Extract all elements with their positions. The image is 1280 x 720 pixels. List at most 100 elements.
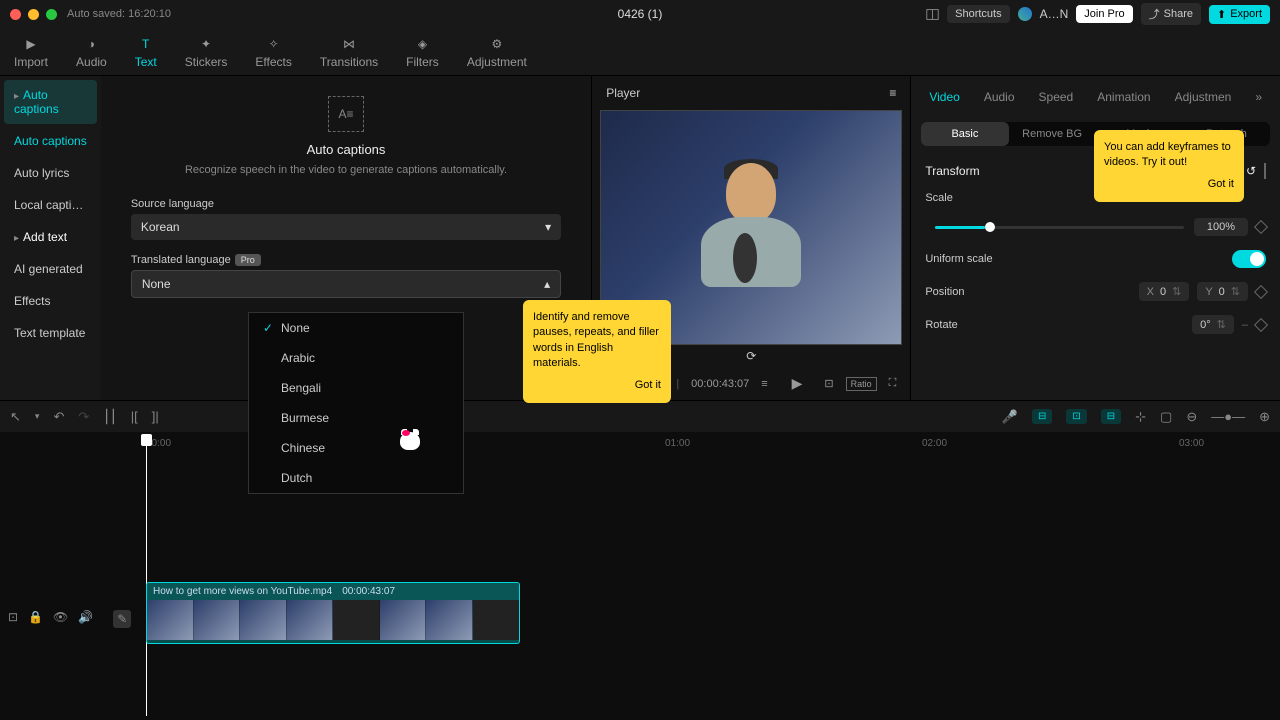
tab-animation[interactable]: Animation (1087, 84, 1160, 110)
zoom-in-icon[interactable]: ⊕ (1259, 409, 1270, 425)
language-option-chinese[interactable]: Chinese (249, 433, 463, 463)
tooltip-gotit-1[interactable]: Got it (533, 378, 661, 393)
select-tool[interactable]: ↖ (10, 409, 21, 425)
tl-pill-3[interactable]: ⊟ (1101, 409, 1121, 424)
tab-video[interactable]: Video (919, 84, 969, 110)
globe-icon[interactable] (1018, 7, 1032, 21)
language-option-dutch[interactable]: Dutch (249, 463, 463, 493)
position-y-input[interactable]: Y0⇅ (1197, 282, 1248, 301)
tool-import[interactable]: ▶Import (0, 28, 62, 75)
cursor-icon (400, 432, 420, 450)
refresh-icon[interactable]: ⟳ (746, 349, 756, 363)
rotate-dash: – (1242, 319, 1248, 331)
source-language-label: Source language (131, 198, 561, 210)
position-keyframe[interactable] (1254, 284, 1268, 298)
chevron-down-icon: ▾ (545, 220, 551, 234)
scale-keyframe[interactable] (1254, 220, 1268, 234)
pro-badge: Pro (235, 254, 261, 266)
sidebar-effects[interactable]: Effects (4, 286, 97, 316)
select-dropdown[interactable]: ▾ (35, 411, 40, 422)
translated-language-select[interactable]: None▴ (131, 270, 561, 298)
playhead[interactable] (146, 436, 147, 716)
tab-adjustment[interactable]: Adjustmen (1165, 84, 1242, 110)
trim-left-tool[interactable]: |[ (131, 409, 138, 424)
keyframe-diamond[interactable] (1264, 163, 1266, 179)
position-label: Position (925, 286, 964, 298)
sidebar-add-text[interactable]: ▸Add text (4, 222, 97, 252)
trim-right-tool[interactable]: ]| (152, 409, 159, 424)
tl-divide-icon[interactable]: ⊹ (1135, 409, 1146, 425)
zoom-out-icon[interactable]: ⊖ (1186, 409, 1197, 425)
mic-icon[interactable]: 🎤 (1002, 409, 1018, 425)
sidebar-auto-captions-group[interactable]: ▸Auto captions (4, 80, 97, 124)
tl-pill-1[interactable]: ⊟ (1032, 409, 1052, 424)
tl-box-icon[interactable]: ▢ (1160, 409, 1172, 425)
tool-adjustment[interactable]: ⚙Adjustment (453, 28, 541, 75)
subtab-removebg[interactable]: Remove BG (1009, 122, 1096, 146)
close-window[interactable] (10, 9, 21, 20)
scale-slider[interactable] (935, 226, 1184, 229)
fullscreen-icon[interactable]: ⛶ (889, 377, 897, 390)
zoom-slider[interactable]: —●— (1211, 409, 1245, 424)
sidebar-auto-captions[interactable]: Auto captions (4, 126, 97, 156)
tool-audio[interactable]: ◑Audio (62, 28, 121, 75)
source-language-select[interactable]: Korean▾ (131, 214, 561, 240)
keyframe-tooltip: You can add keyframes to videos. Try it … (1094, 130, 1244, 202)
tool-filters[interactable]: ◈Filters (392, 28, 453, 75)
rotate-keyframe[interactable] (1254, 317, 1268, 331)
ratio-button[interactable]: Ratio (846, 377, 877, 391)
track-settings-icon[interactable]: ⊡ (8, 610, 18, 628)
language-option-none[interactable]: ✓None (249, 313, 463, 343)
tool-effects[interactable]: ✧Effects (241, 28, 305, 75)
tl-pill-2[interactable]: ⊡ (1066, 409, 1086, 424)
track-mute-icon[interactable]: 🔊 (78, 610, 93, 628)
video-clip[interactable]: How to get more views on YouTube.mp4 00:… (146, 582, 520, 644)
tab-speed[interactable]: Speed (1029, 84, 1084, 110)
tool-transitions[interactable]: ⋈Transitions (306, 28, 392, 75)
tool-stickers[interactable]: ✦Stickers (171, 28, 242, 75)
tab-audio[interactable]: Audio (974, 84, 1025, 110)
scale-value[interactable]: 100% (1194, 218, 1248, 236)
maximize-window[interactable] (46, 9, 57, 20)
track-lock-icon[interactable]: 🔒 (28, 610, 43, 628)
text-sidebar: ▸Auto captions Auto captions Auto lyrics… (0, 76, 101, 400)
list-icon[interactable]: ≡ (761, 378, 767, 390)
uniform-scale-label: Uniform scale (925, 253, 992, 265)
shortcuts-button[interactable]: Shortcuts (947, 5, 1009, 23)
properties-panel: Video Audio Speed Animation Adjustmen » … (910, 76, 1280, 400)
tool-text[interactable]: TText (121, 28, 171, 75)
language-option-burmese[interactable]: Burmese (249, 403, 463, 433)
position-x-input[interactable]: X0⇅ (1139, 282, 1190, 301)
track-edit-icon[interactable]: ✎ (113, 610, 131, 628)
language-option-bengali[interactable]: Bengali (249, 373, 463, 403)
sidebar-local-captions[interactable]: Local capti… (4, 190, 97, 220)
project-title: 0426 (1) (618, 7, 663, 21)
focus-icon[interactable]: ⊡ (824, 377, 833, 390)
undo-button[interactable]: ↶ (53, 409, 64, 425)
tooltip-gotit-2[interactable]: Got it (1104, 177, 1234, 192)
rotate-input[interactable]: 0°⇅ (1192, 315, 1234, 334)
track-visible-icon[interactable]: 👁 (53, 610, 68, 628)
sidebar-ai-generated[interactable]: AI generated (4, 254, 97, 284)
layout-icon[interactable] (926, 8, 939, 21)
player-menu-icon[interactable]: ≡ (889, 86, 896, 100)
scale-label: Scale (925, 192, 953, 204)
redo-button[interactable]: ↷ (78, 409, 89, 425)
share-button[interactable]: ⤴Share (1141, 3, 1201, 25)
play-button[interactable]: ▶ (792, 375, 803, 392)
subtab-basic[interactable]: Basic (921, 122, 1008, 146)
reset-icon[interactable]: ↺ (1246, 164, 1256, 178)
player-title: Player (606, 86, 640, 100)
split-tool[interactable]: ⎮⎮ (103, 409, 117, 425)
tab-more[interactable]: » (1245, 84, 1272, 110)
main-toolbar: ▶Import ◑Audio TText ✦Stickers ✧Effects … (0, 28, 1280, 76)
timeline[interactable]: 00:00 01:00 02:00 03:00 ⊡ 🔒 👁 🔊 ✎ How to… (0, 432, 1280, 720)
sidebar-auto-lyrics[interactable]: Auto lyrics (4, 158, 97, 188)
export-button[interactable]: ⬆Export (1209, 5, 1270, 24)
filler-words-tooltip: Identify and remove pauses, repeats, and… (523, 300, 671, 403)
uniform-scale-toggle[interactable] (1232, 250, 1266, 268)
language-option-arabic[interactable]: Arabic (249, 343, 463, 373)
join-pro-button[interactable]: Join Pro (1076, 5, 1132, 23)
minimize-window[interactable] (28, 9, 39, 20)
sidebar-text-template[interactable]: Text template (4, 318, 97, 348)
